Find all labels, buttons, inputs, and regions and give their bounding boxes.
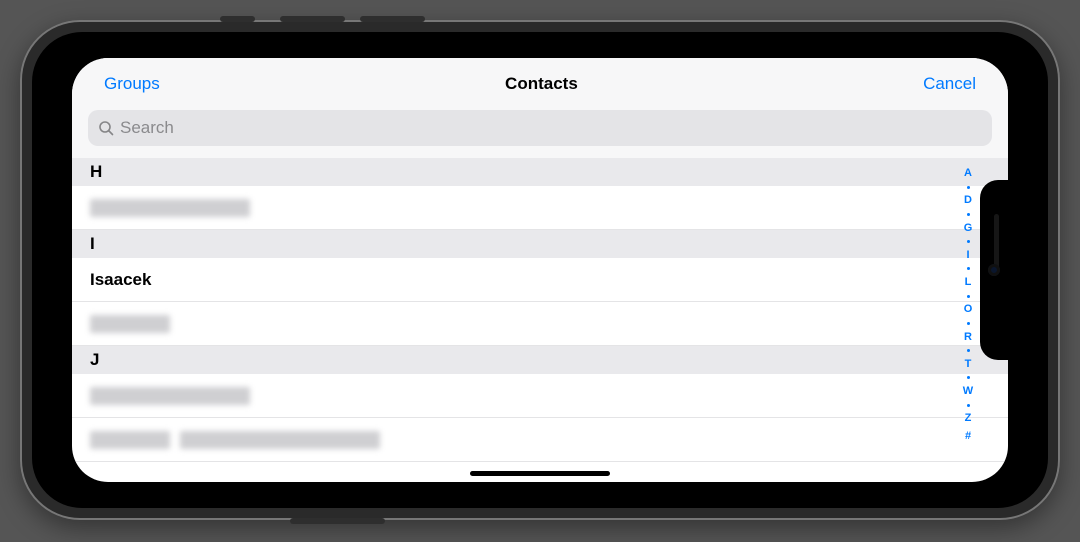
redacted-contact-name [180, 431, 380, 449]
index-dot [967, 376, 970, 379]
redacted-contact-name [90, 387, 250, 405]
phone-screen: Groups Contacts Cancel H [72, 58, 1008, 482]
section-header-h: H [72, 158, 1008, 186]
index-letter[interactable]: R [964, 332, 972, 343]
contact-row[interactable] [72, 374, 1008, 418]
contact-row[interactable] [72, 418, 1008, 462]
contact-row[interactable] [72, 302, 1008, 346]
index-dot [967, 322, 970, 325]
display-notch [980, 180, 1008, 360]
volume-down-button [360, 16, 425, 22]
index-letter[interactable]: T [965, 359, 972, 370]
ringer-switch [220, 16, 255, 22]
front-camera [988, 264, 1000, 276]
contact-row[interactable] [72, 186, 1008, 230]
index-letter[interactable]: D [964, 195, 972, 206]
section-index[interactable]: A D G I L O R T W Z # [960, 168, 976, 442]
index-letter[interactable]: # [965, 431, 971, 442]
search-field[interactable] [88, 110, 992, 146]
page-title: Contacts [505, 74, 578, 94]
search-icon [98, 120, 114, 136]
index-dot [967, 267, 970, 270]
groups-button[interactable]: Groups [104, 74, 160, 94]
index-letter[interactable]: W [963, 386, 973, 397]
index-letter[interactable]: L [965, 277, 972, 288]
redacted-contact-name [90, 315, 170, 333]
index-dot [967, 404, 970, 407]
phone-bezel: Groups Contacts Cancel H [32, 32, 1048, 508]
contacts-list[interactable]: H I Isaacek J [72, 158, 1008, 482]
index-letter[interactable]: I [966, 250, 969, 261]
index-dot [967, 295, 970, 298]
index-letter[interactable]: A [964, 168, 972, 179]
index-letter[interactable]: Z [965, 413, 972, 424]
search-input[interactable] [120, 118, 341, 138]
index-letter[interactable]: O [964, 304, 973, 315]
index-letter[interactable]: G [964, 223, 973, 234]
contact-row-isaacek[interactable]: Isaacek [72, 258, 1008, 302]
side-button [290, 518, 385, 524]
redacted-contact-name [90, 199, 250, 217]
search-bar-container [72, 110, 1008, 158]
volume-up-button [280, 16, 345, 22]
cancel-button[interactable]: Cancel [923, 74, 976, 94]
home-indicator[interactable] [470, 471, 610, 476]
redacted-contact-name [90, 431, 170, 449]
section-header-i: I [72, 230, 1008, 258]
index-dot [967, 213, 970, 216]
phone-frame: Groups Contacts Cancel H [20, 20, 1060, 520]
navigation-bar: Groups Contacts Cancel [72, 58, 1008, 110]
index-dot [967, 186, 970, 189]
index-dot [967, 349, 970, 352]
section-header-j: J [72, 346, 1008, 374]
index-dot [967, 240, 970, 243]
